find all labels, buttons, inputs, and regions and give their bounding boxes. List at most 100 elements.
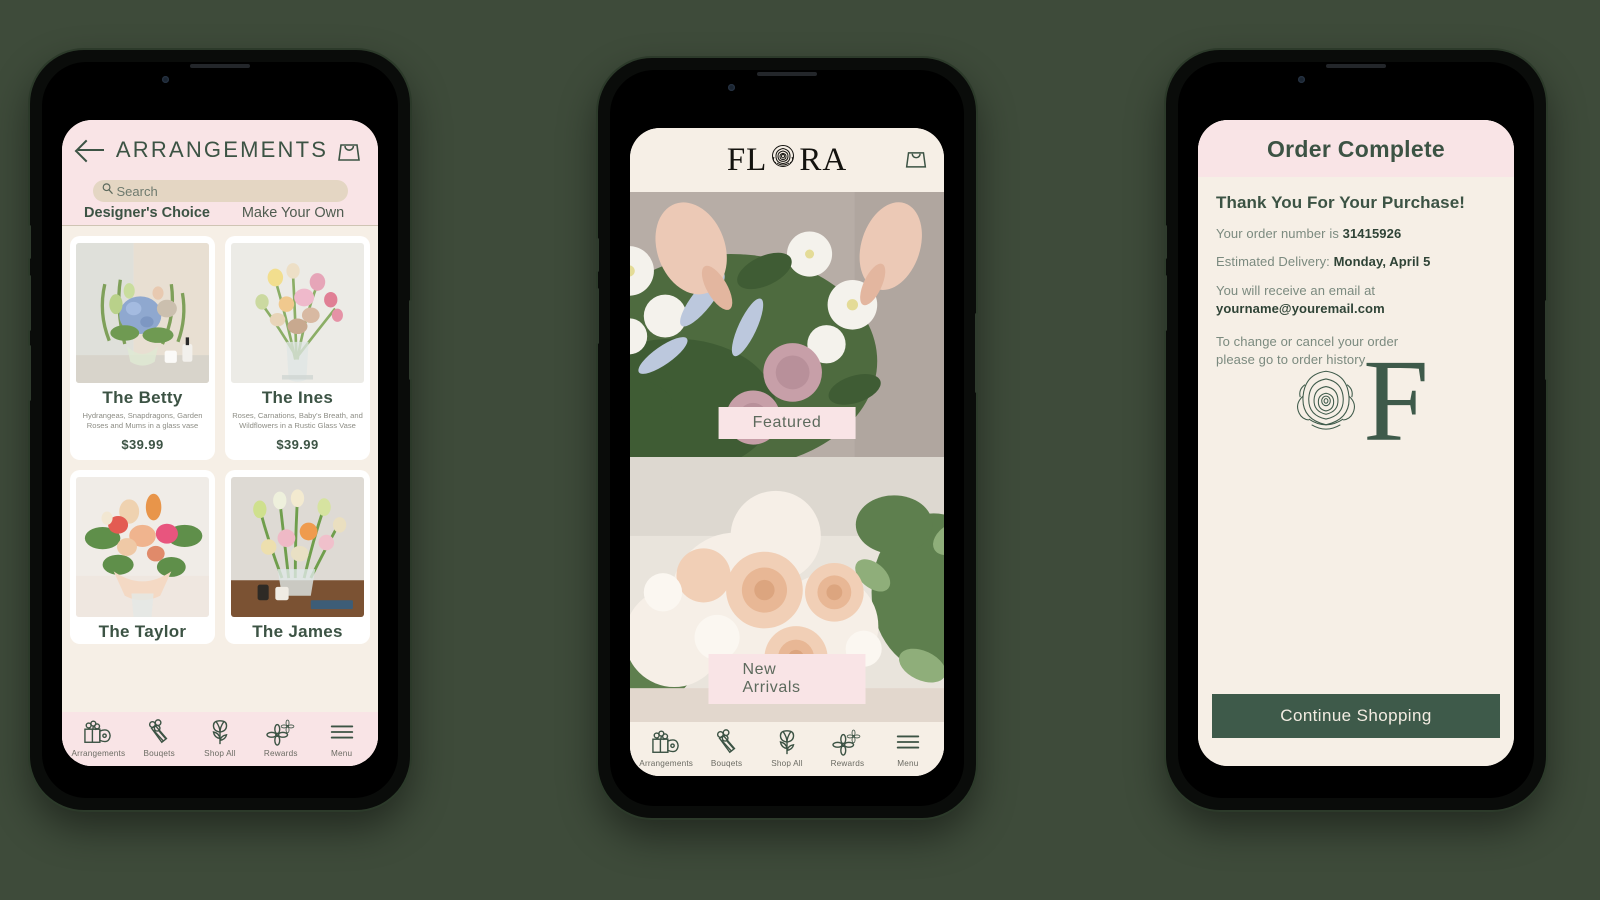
order-complete-screen: Order Complete Thank You For Your Purcha… (1198, 120, 1514, 766)
nav-label: Bouqets (143, 749, 175, 758)
brand-monogram: F (1198, 342, 1514, 460)
rose-icon (768, 141, 798, 180)
banner-new-arrivals[interactable]: New Arrivals (708, 654, 866, 704)
phone-volume-down-button (28, 275, 31, 331)
phone-power-button (975, 313, 978, 393)
email-label: You will receive an email at (1216, 283, 1376, 298)
order-number-label: Your order number is (1216, 226, 1343, 241)
product-card[interactable]: The Ines Roses, Carnations, Baby's Breat… (225, 236, 370, 460)
delivery-line: Estimated Delivery: Monday, April 5 (1216, 254, 1496, 269)
phone-power-button (1545, 300, 1548, 380)
nav-label: Menu (897, 759, 919, 768)
nav-label: Arrangements (71, 749, 126, 758)
arrangements-header: ARRANGEMENTS (62, 120, 378, 180)
home-screen: FL RA Featured New Arrivals Arrangements… (630, 128, 944, 776)
phone-mockup-home: FL RA Featured New Arrivals Arrangements… (596, 58, 978, 818)
banner-featured[interactable]: Featured (718, 407, 856, 439)
nav-item-bouqets[interactable]: Bouqets (696, 728, 756, 768)
nav-item-bouqets[interactable]: Bouqets (129, 718, 190, 758)
email-line: You will receive an email at yourname@yo… (1216, 282, 1496, 317)
tab-designers-choice[interactable]: Designer's Choice (74, 205, 220, 221)
product-image (76, 476, 209, 617)
search-placeholder: Search (116, 183, 158, 199)
product-name: The Ines (261, 388, 334, 407)
product-image (231, 243, 364, 383)
product-grid: The Betty Hydrangeas, Snapdragons, Garde… (62, 226, 378, 712)
phone-speaker (757, 72, 817, 76)
home-header: FL RA (630, 128, 944, 192)
back-arrow-icon[interactable] (76, 137, 110, 163)
nav-item-shop-all[interactable]: Shop All (190, 718, 251, 758)
nav-label: Shop All (771, 759, 803, 768)
shopping-bag-icon[interactable] (902, 144, 930, 177)
phone-volume-buttons (1164, 225, 1167, 259)
shopping-bag-icon[interactable] (334, 135, 364, 165)
phone-bezel: ARRANGEMENTS Search Designer's Choice Ma… (42, 62, 398, 798)
phone-speaker (190, 64, 250, 68)
phone-volume-down-button (596, 288, 599, 344)
product-name: The Betty (102, 388, 183, 407)
order-details: Thank You For Your Purchase! Your order … (1198, 177, 1514, 694)
phone-camera (162, 76, 169, 83)
rose-line-art-icon (1283, 356, 1369, 447)
phone-volume-buttons (28, 225, 31, 259)
nav-item-rewards[interactable]: Rewards (817, 728, 877, 768)
product-image (76, 243, 209, 383)
order-complete-header: Order Complete (1198, 120, 1514, 177)
delivery-value: Monday, April 5 (1333, 254, 1431, 269)
phone-volume-up-button (28, 345, 31, 401)
search-input[interactable]: Search (92, 180, 348, 202)
search-row: Search (62, 180, 378, 205)
product-price: $39.99 (121, 436, 164, 452)
screenshot-stage: ARRANGEMENTS Search Designer's Choice Ma… (0, 0, 1600, 900)
hero-featured[interactable]: Featured (630, 192, 944, 457)
hero-new-arrivals[interactable]: New Arrivals (630, 457, 944, 722)
brand-logo: FL RA (727, 141, 847, 180)
logo-text-left: FL (726, 141, 768, 178)
product-name: The Taylor (98, 621, 187, 641)
bottom-navigation: Arrangements Bouqets Shop All Rewards Me… (630, 722, 944, 776)
tab-make-your-own[interactable]: Make Your Own (220, 205, 366, 221)
nav-item-arrangements[interactable]: Arrangements (68, 718, 129, 758)
category-tabs: Designer's Choice Make Your Own (62, 205, 378, 226)
nav-label: Arrangements (639, 759, 694, 768)
phone-volume-buttons (596, 238, 599, 272)
phone-bezel: Order Complete Thank You For Your Purcha… (1178, 62, 1534, 798)
page-title: ARRANGEMENTS (115, 137, 329, 162)
nav-item-rewards[interactable]: Rewards (250, 718, 311, 758)
phone-camera (728, 84, 735, 91)
product-name: The James (252, 621, 343, 641)
product-card[interactable]: The Taylor (70, 469, 215, 644)
nav-item-shop-all[interactable]: Shop All (757, 728, 817, 768)
product-card[interactable]: The Betty Hydrangeas, Snapdragons, Garde… (70, 236, 215, 460)
product-description: Roses, Carnations, Baby's Breath, and Wi… (232, 411, 363, 431)
nav-item-menu[interactable]: Menu (311, 718, 372, 758)
phone-mockup-order-complete: Order Complete Thank You For Your Purcha… (1164, 50, 1548, 810)
logo-text-right: RA (799, 141, 848, 178)
order-number-line: Your order number is 31415926 (1216, 226, 1496, 241)
phone-volume-down-button (1164, 275, 1167, 331)
thank-you-message: Thank You For Your Purchase! (1216, 193, 1466, 212)
product-price: $39.99 (276, 436, 319, 452)
product-image (231, 476, 364, 617)
phone-bezel: FL RA Featured New Arrivals Arrangements… (610, 70, 964, 806)
delivery-label: Estimated Delivery: (1216, 254, 1334, 269)
nav-item-menu[interactable]: Menu (878, 728, 938, 768)
arrangements-screen: ARRANGEMENTS Search Designer's Choice Ma… (62, 120, 378, 766)
nav-item-arrangements[interactable]: Arrangements (636, 728, 696, 768)
product-description: Hydrangeas, Snapdragons, Garden Roses an… (82, 411, 203, 431)
monogram-letter: F (1363, 335, 1429, 466)
product-card[interactable]: The James (225, 469, 370, 644)
phone-speaker (1326, 64, 1386, 68)
email-value: yourname@youremail.com (1216, 300, 1385, 316)
search-icon (101, 182, 114, 200)
nav-label: Bouqets (710, 759, 743, 768)
nav-label: Menu (330, 749, 353, 758)
phone-camera (1298, 76, 1305, 83)
order-complete-footer: Continue Shopping (1198, 694, 1514, 766)
nav-label: Rewards (830, 759, 865, 768)
nav-label: Rewards (263, 749, 298, 758)
page-title: Order Complete (1266, 136, 1445, 162)
bottom-navigation: Arrangements Bouqets Shop All Rewards Me… (62, 712, 378, 766)
continue-shopping-button[interactable]: Continue Shopping (1212, 694, 1500, 738)
